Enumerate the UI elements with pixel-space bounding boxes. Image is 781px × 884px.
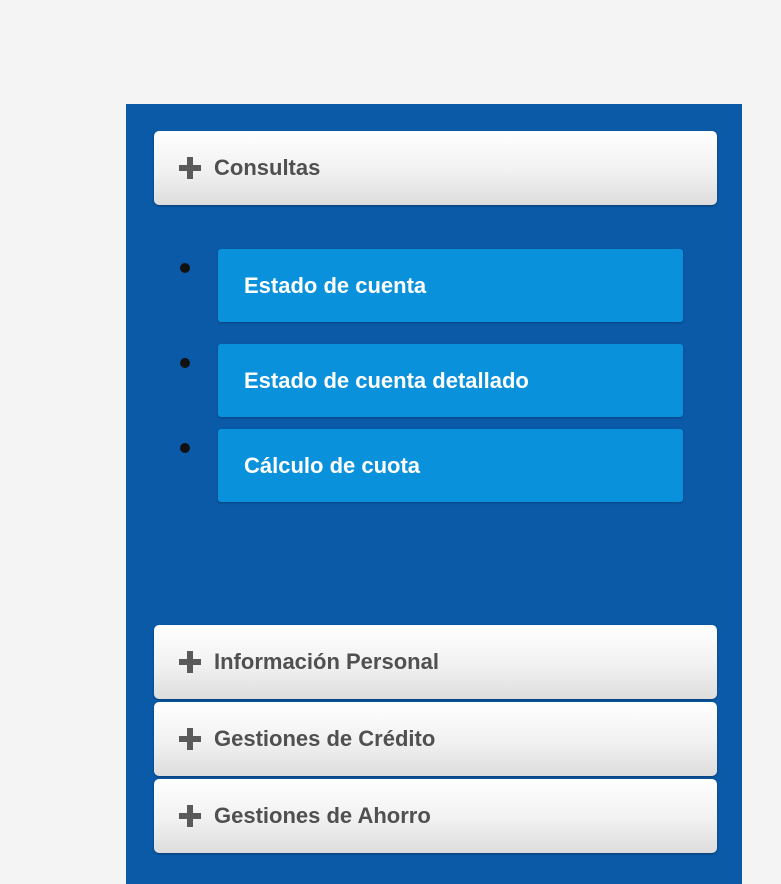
bullet-icon [180,358,190,368]
gestiones-de-credito-header[interactable]: Gestiones de Crédito [154,702,717,776]
consultas-header[interactable]: Consultas [154,131,717,205]
gestiones-de-credito-label: Gestiones de Crédito [214,726,436,751]
estado-de-cuenta-button[interactable]: Estado de cuenta [218,249,683,322]
submenu-item-calculo-de-cuota: Cálculo de cuota [126,429,742,503]
plus-icon [179,805,201,827]
gestiones-de-ahorro-label: Gestiones de Ahorro [214,803,431,828]
plus-icon [179,651,201,673]
plus-icon [179,728,201,750]
submenu-label: Estado de cuenta [244,272,427,298]
calculo-de-cuota-button[interactable]: Cálculo de cuota [218,429,683,502]
bullet-icon [180,443,190,453]
bullet-icon [180,263,190,273]
consultas-label: Consultas [214,155,321,180]
informacion-personal-label: Información Personal [214,649,439,674]
navigation-panel: Consultas Estado de cuenta Estado de cue… [126,104,742,884]
submenu-item-estado-de-cuenta: Estado de cuenta [126,249,742,323]
gestiones-de-ahorro-header[interactable]: Gestiones de Ahorro [154,779,717,853]
submenu-label: Cálculo de cuota [244,452,421,478]
informacion-personal-header[interactable]: Información Personal [154,625,717,699]
submenu-item-estado-de-cuenta-detallado: Estado de cuenta detallado [126,344,742,418]
estado-de-cuenta-detallado-button[interactable]: Estado de cuenta detallado [218,344,683,417]
plus-icon [179,157,201,179]
submenu-label: Estado de cuenta detallado [244,367,529,393]
